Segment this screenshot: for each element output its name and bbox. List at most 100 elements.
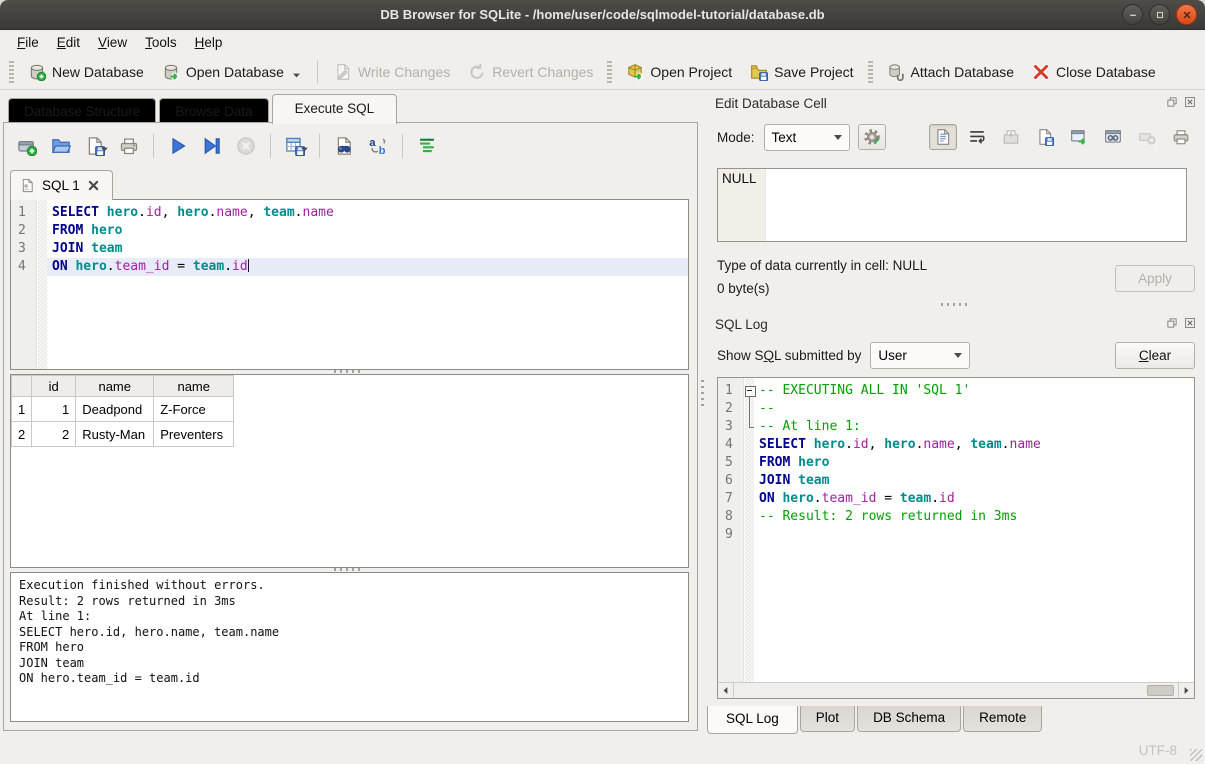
resize-grip[interactable] (1190, 749, 1202, 761)
splitter-handle[interactable] (941, 303, 971, 306)
tab-close-icon[interactable] (87, 179, 100, 192)
close-button[interactable] (1176, 4, 1197, 25)
editor-line[interactable]: 1SELECT hero.id, hero.name, team.name (11, 204, 688, 222)
row-header-cell[interactable]: 2 (12, 422, 32, 447)
table-row[interactable]: 11DeadpondZ-Force (12, 397, 234, 422)
open-project-button[interactable]: Open Project (617, 59, 741, 85)
scroll-left-button[interactable] (718, 683, 734, 698)
menu-help[interactable]: Help (186, 33, 232, 52)
execution-output[interactable]: Execution finished without errors. Resul… (10, 572, 689, 722)
chevron-down-icon[interactable] (292, 72, 301, 79)
close-panel-button[interactable] (1183, 316, 1197, 330)
log-line[interactable]: 3-- At line 1: (718, 418, 1194, 436)
sql-doc-tab[interactable]: SQL 1 (10, 170, 113, 200)
float-panel-button[interactable] (1165, 95, 1179, 109)
copy-link-button[interactable] (1099, 124, 1127, 150)
table-cell[interactable]: Z-Force (154, 397, 234, 422)
fold-marker[interactable] (744, 382, 754, 400)
close-database-button[interactable]: Close Database (1023, 59, 1165, 85)
table-cell[interactable]: Rusty-Man (76, 422, 154, 447)
mode-select[interactable]: Text (764, 124, 850, 151)
export-data-button[interactable] (1031, 124, 1059, 150)
maximize-button[interactable] (1149, 4, 1170, 25)
log-line[interactable]: 2-- (718, 400, 1194, 418)
new-database-button[interactable]: New Database (19, 59, 153, 85)
splitter-handle[interactable] (334, 568, 364, 571)
column-header-name-1[interactable]: name (76, 376, 154, 397)
write-changes-label: Write Changes (358, 64, 450, 80)
table-cell[interactable]: 1 (32, 397, 76, 422)
cell-editor[interactable]: NULL (717, 168, 1187, 242)
close-panel-button[interactable] (1183, 95, 1197, 109)
print-button[interactable] (114, 132, 144, 160)
row-header-cell[interactable]: 1 (12, 397, 32, 422)
open-database-button[interactable]: Open Database (153, 59, 310, 85)
scrollbar-thumb[interactable] (1147, 685, 1174, 696)
filter-select[interactable]: User (870, 342, 970, 369)
table-row[interactable]: 22Rusty-ManPreventers (12, 422, 234, 447)
save-results-button[interactable] (280, 132, 310, 160)
menu-edit[interactable]: Edit (48, 33, 89, 52)
find-button[interactable] (329, 132, 359, 160)
log-line[interactable]: 8-- Result: 2 rows returned in 3ms (718, 508, 1194, 526)
table-cell[interactable]: 2 (32, 422, 76, 447)
vertical-splitter[interactable] (701, 380, 704, 410)
cell-content: NULL (722, 171, 757, 186)
execution-output-text: Execution finished without errors. Resul… (11, 573, 688, 692)
titlebar[interactable]: DB Browser for SQLite - /home/user/code/… (0, 0, 1205, 30)
log-line[interactable]: 6JOIN team (718, 472, 1194, 490)
minimize-button[interactable] (1122, 4, 1143, 25)
print-cell-button[interactable] (1167, 124, 1195, 150)
editor-line[interactable]: 4ON hero.team_id = team.id (11, 258, 688, 276)
clear-button[interactable]: Clear (1115, 342, 1195, 369)
word-wrap-button[interactable] (963, 124, 991, 150)
horizontal-scrollbar[interactable] (718, 682, 1194, 698)
tab-execute-sql[interactable]: Execute SQL (272, 94, 398, 124)
log-line[interactable]: 4SELECT hero.id, hero.name, team.name (718, 436, 1194, 454)
table-corner-cell[interactable] (12, 376, 32, 397)
menu-tools[interactable]: Tools (136, 33, 186, 52)
log-line[interactable]: 9 (718, 526, 1194, 544)
log-line[interactable]: 1-- EXECUTING ALL IN 'SQL 1' (718, 382, 1194, 400)
execute-all-button[interactable] (163, 132, 193, 160)
open-project-label: Open Project (650, 64, 732, 80)
column-header-name-2[interactable]: name (154, 376, 234, 397)
column-header-id-0[interactable]: id (32, 376, 76, 397)
find-replace-button[interactable]: ab (363, 132, 393, 160)
scroll-right-button[interactable] (1178, 683, 1194, 698)
save-project-button[interactable]: Save Project (741, 59, 862, 85)
text-view-button[interactable] (929, 124, 957, 150)
table-cell[interactable]: Preventers (154, 422, 234, 447)
apply-mode-button[interactable] (858, 124, 886, 150)
execute-current-line-button[interactable] (197, 132, 227, 160)
log-line[interactable]: 7ON hero.team_id = team.id (718, 490, 1194, 508)
float-panel-button[interactable] (1165, 316, 1179, 330)
attach-database-button[interactable]: Attach Database (878, 59, 1024, 85)
sql-log-filter-row: Show SQL submitted by User (717, 340, 970, 370)
editor-line[interactable]: 2FROM hero (11, 222, 688, 240)
apply-button[interactable]: Apply (1115, 265, 1195, 292)
tab-sql-log[interactable]: SQL Log (707, 706, 798, 734)
menu-view[interactable]: View (89, 33, 136, 52)
open-in-external-app-button[interactable] (1065, 124, 1093, 150)
editor-code-area[interactable]: 1SELECT hero.id, hero.name, team.name2FR… (11, 204, 688, 276)
open-sql-file-button[interactable] (46, 132, 76, 160)
fold-marker[interactable] (744, 400, 754, 418)
sql-log-view[interactable]: 1-- EXECUTING ALL IN 'SQL 1'2--3-- At li… (717, 377, 1195, 699)
tab-db-schema[interactable]: DB Schema (857, 706, 961, 732)
fold-marker[interactable] (744, 418, 754, 436)
tab-plot[interactable]: Plot (800, 706, 855, 732)
write-changes-button: Write Changes (325, 59, 459, 85)
open-new-tab-button[interactable] (12, 132, 42, 160)
table-cell[interactable]: Deadpond (76, 397, 154, 422)
sql-editor[interactable]: 1SELECT hero.id, hero.name, team.name2FR… (10, 199, 689, 370)
format-sql-button[interactable] (412, 132, 442, 160)
tab-browse-data[interactable]: Browse Data (159, 98, 268, 124)
log-line[interactable]: 5FROM hero (718, 454, 1194, 472)
tab-database-structure[interactable]: Database Structure (8, 98, 156, 124)
editor-line[interactable]: 3JOIN team (11, 240, 688, 258)
menu-file[interactable]: File (8, 33, 48, 52)
tab-remote[interactable]: Remote (963, 706, 1042, 732)
splitter-handle[interactable] (334, 370, 364, 373)
save-sql-file-button[interactable] (80, 132, 110, 160)
